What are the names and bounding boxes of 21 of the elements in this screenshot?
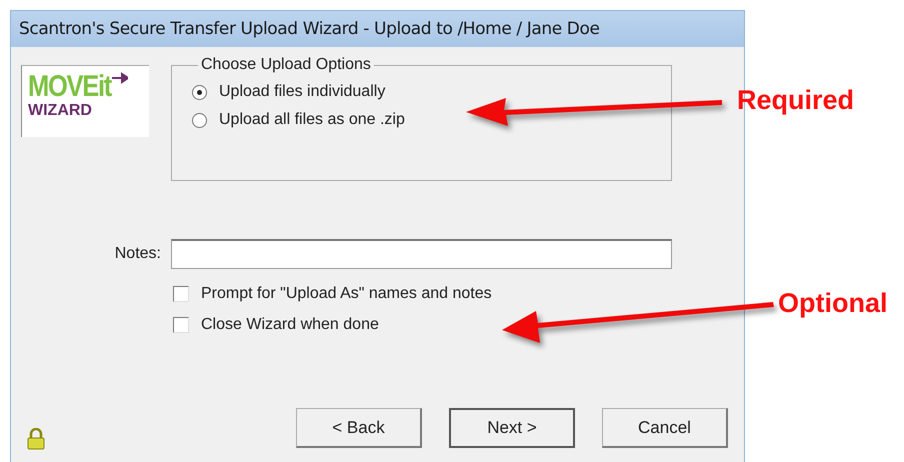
radio-label: Upload all files as one .zip bbox=[219, 111, 405, 129]
notes-label: Notes: bbox=[114, 245, 162, 263]
radio-button[interactable] bbox=[192, 84, 207, 100]
window-title: Scantron's Secure Transfer Upload Wizard - Upload to /Home / Jane Doe bbox=[19, 19, 600, 39]
checkbox-label: Prompt for "Upload As" names and notes bbox=[201, 284, 492, 302]
checkbox[interactable] bbox=[173, 316, 189, 332]
notes-field[interactable] bbox=[171, 239, 672, 269]
radio-label: Upload files individually bbox=[219, 83, 386, 101]
wizard-button[interactable]: Next > bbox=[449, 408, 575, 448]
radio-button[interactable] bbox=[192, 112, 207, 128]
logo-text: MOVEit bbox=[28, 72, 112, 102]
arrow-icon bbox=[112, 72, 128, 84]
checkbox-label: Close Wizard when done bbox=[201, 316, 379, 334]
logo-subtitle: WIZARD bbox=[28, 102, 93, 120]
annotation-label: Required bbox=[737, 85, 854, 116]
checkbox[interactable] bbox=[173, 286, 189, 302]
annotation-label: Optional bbox=[778, 288, 888, 319]
group-label: Choose Upload Options bbox=[200, 56, 372, 74]
wizard-button[interactable]: Cancel bbox=[602, 408, 728, 448]
wizard-button[interactable]: < Back bbox=[296, 408, 422, 448]
lock-icon bbox=[27, 428, 45, 450]
